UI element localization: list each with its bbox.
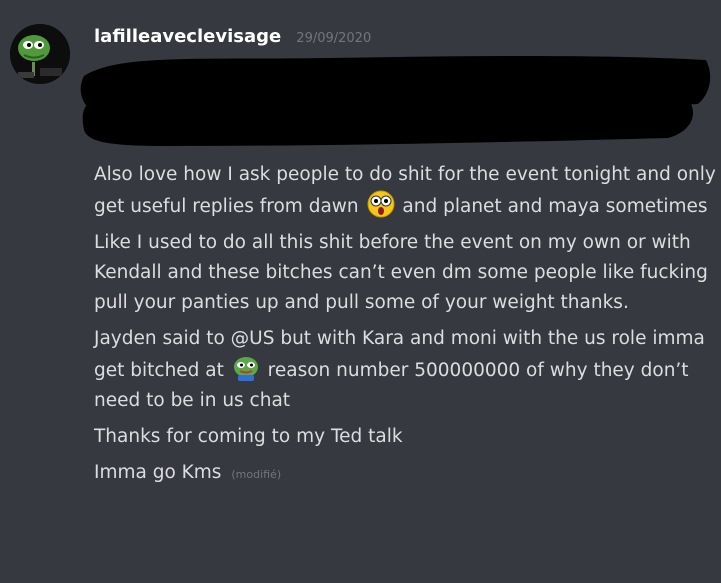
- pepe-frog-emoji-icon[interactable]: [232, 354, 260, 382]
- message-3[interactable]: Jayden said to @US but with Kara and mon…: [94, 324, 716, 416]
- message-group: lafilleaveclevisage 29/09/2020 Also love…: [0, 0, 721, 583]
- message-list: Also love how I ask people to do shit fo…: [94, 160, 716, 496]
- message-5[interactable]: Imma go Kms (modifié): [94, 458, 716, 490]
- message-4[interactable]: Thanks for coming to my Ted talk: [94, 422, 716, 452]
- message-5-text: Imma go Kms: [94, 462, 222, 483]
- message-4-text: Thanks for coming to my Ted talk: [94, 426, 403, 447]
- username[interactable]: lafilleaveclevisage: [94, 26, 281, 47]
- message-1-text-after: and planet and maya sometimes: [402, 196, 708, 217]
- redaction-scribble: [80, 56, 711, 146]
- timestamp: 29/09/2020: [296, 31, 372, 46]
- pepe-frog-avatar-icon: [10, 24, 70, 84]
- surprised-face-emoji-icon[interactable]: [367, 190, 395, 218]
- message-1[interactable]: Also love how I ask people to do shit fo…: [94, 160, 716, 222]
- avatar[interactable]: [10, 24, 70, 84]
- edited-label: (modifié): [231, 468, 282, 481]
- message-header: lafilleaveclevisage 29/09/2020: [94, 26, 371, 47]
- message-2[interactable]: Like I used to do all this shit before t…: [94, 228, 716, 318]
- message-2-text: Like I used to do all this shit before t…: [94, 232, 708, 313]
